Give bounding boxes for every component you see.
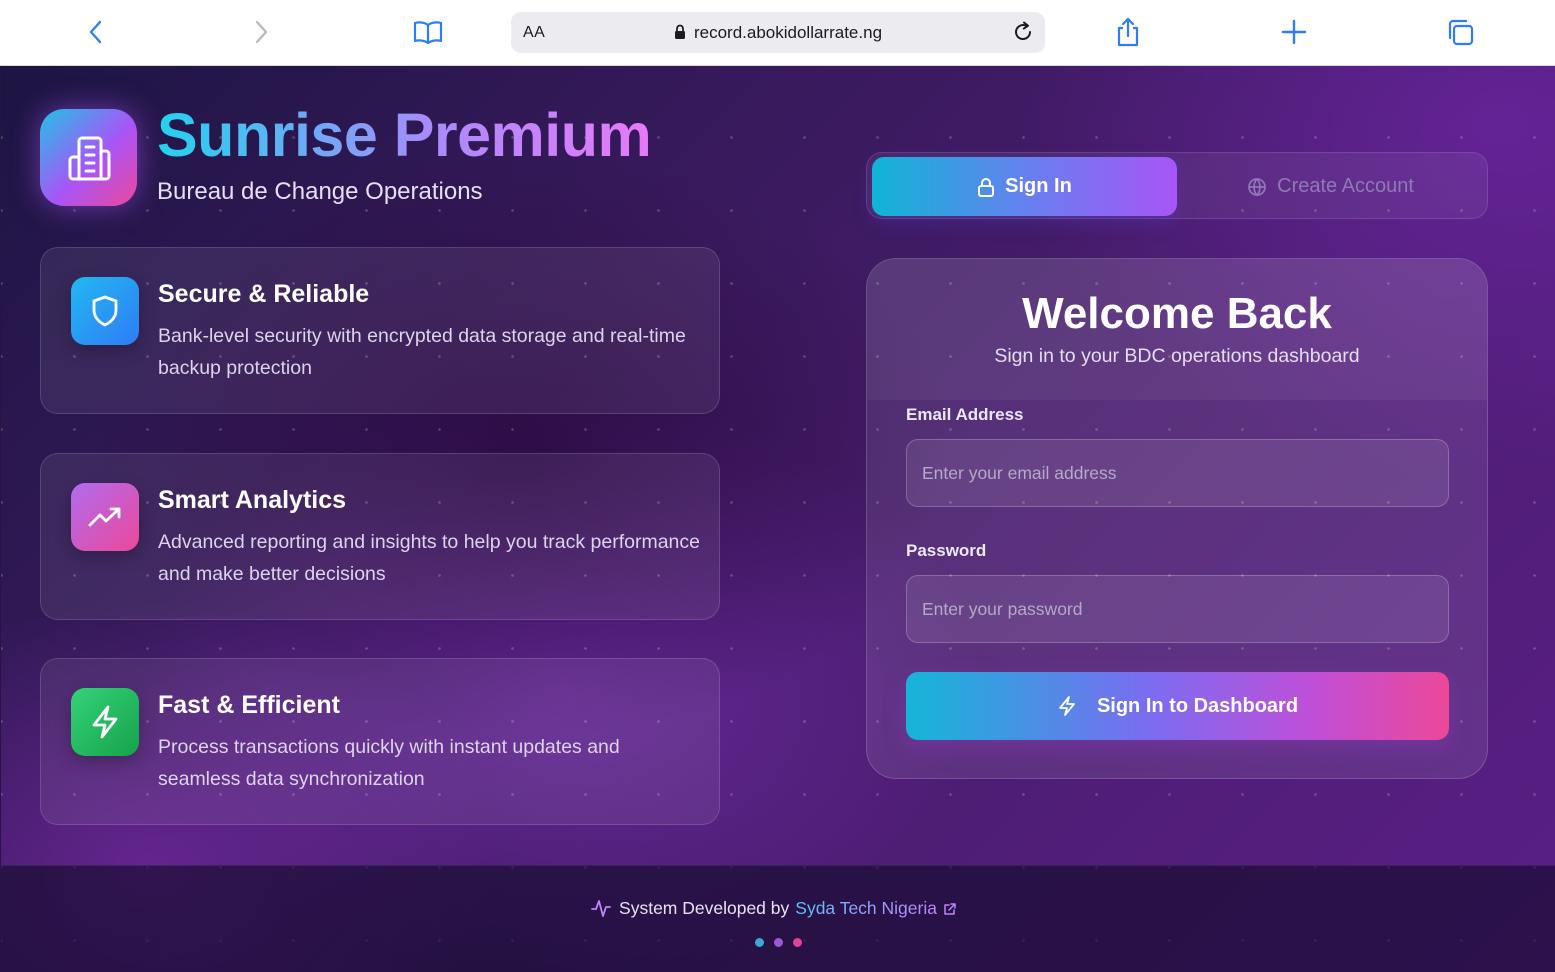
developer-credit: System Developed by Syda Tech Nigeria: [1, 898, 1555, 919]
tab-label: Create Account: [1277, 175, 1414, 197]
auth-tabs: Sign In Create Account: [866, 152, 1488, 219]
brand-logo: [40, 109, 137, 206]
credit-prefix: System Developed by: [619, 898, 790, 918]
indicator-dot: [773, 938, 783, 947]
activity-icon: [591, 900, 611, 917]
tab-create-account[interactable]: Create Account: [1178, 157, 1483, 216]
login-subtitle: Sign in to your BDC operations dashboard: [994, 345, 1360, 367]
feature-icon-box: [71, 277, 139, 345]
feature-title: Fast & Efficient: [158, 691, 340, 719]
plus-icon: [1281, 19, 1307, 45]
tabs-icon: [1448, 19, 1474, 46]
indicator-dot: [754, 938, 764, 947]
feature-icon-box: [71, 688, 139, 756]
feature-icon-box: [71, 483, 139, 551]
back-button[interactable]: [78, 14, 114, 50]
reload-icon[interactable]: [1011, 20, 1035, 44]
login-header: Welcome Back Sign in to your BDC operati…: [867, 259, 1487, 400]
shield-icon: [92, 295, 118, 327]
indicator-dot: [792, 938, 802, 947]
feature-description: Process transactions quickly with instan…: [158, 736, 620, 790]
lightning-icon: [92, 705, 118, 739]
lock-icon: [674, 24, 685, 39]
developer-link[interactable]: Syda Tech Nigeria: [795, 898, 937, 918]
chevron-right-icon: [255, 20, 268, 44]
tabs-overview-button[interactable]: [1442, 14, 1478, 50]
feature-description: Bank-level security with encrypted data …: [158, 325, 686, 379]
address-bar[interactable]: AA record.abokidollarrate.ng: [511, 12, 1045, 53]
brand-subtitle: Bureau de Change Operations: [157, 178, 483, 205]
feature-description: Advanced reporting and insights to help …: [158, 531, 700, 585]
share-icon: [1117, 17, 1139, 47]
brand-title: Sunrise Premium: [157, 101, 652, 169]
share-button[interactable]: [1110, 14, 1146, 50]
book-icon: [413, 21, 443, 45]
bookmarks-button[interactable]: [410, 14, 446, 50]
url-display[interactable]: record.abokidollarrate.ng: [511, 23, 1045, 43]
page-indicator: [1, 934, 1555, 952]
feature-card-analytics: Smart Analytics Advanced reporting and i…: [40, 453, 720, 620]
new-tab-button[interactable]: [1276, 14, 1312, 50]
login-panel: Welcome Back Sign in to your BDC operati…: [866, 258, 1488, 779]
password-label: Password: [906, 541, 987, 560]
tab-sign-in[interactable]: Sign In: [872, 157, 1177, 216]
feature-title: Secure & Reliable: [158, 280, 370, 308]
url-text: record.abokidollarrate.ng: [693, 23, 883, 42]
email-label: Email Address: [906, 405, 1024, 424]
password-field[interactable]: [906, 575, 1449, 643]
feature-card-secure: Secure & Reliable Bank-level security wi…: [40, 247, 720, 414]
external-link-icon[interactable]: [943, 902, 957, 916]
login-page: Sunrise Premium Bureau de Change Operati…: [1, 66, 1555, 972]
building-icon: [68, 136, 110, 180]
lightning-icon: [1059, 696, 1075, 716]
tab-label: Sign In: [1005, 175, 1072, 197]
feature-title: Smart Analytics: [158, 486, 347, 514]
email-field[interactable]: [906, 439, 1449, 507]
forward-button[interactable]: [243, 14, 279, 50]
browser-toolbar: AA record.abokidollarrate.ng: [0, 0, 1555, 66]
globe-icon: [1248, 177, 1266, 196]
login-title: Welcome Back: [1022, 289, 1332, 338]
footer: System Developed by Syda Tech Nigeria: [1, 865, 1555, 972]
submit-label: Sign In to Dashboard: [1096, 694, 1299, 717]
sign-in-dashboard-button[interactable]: Sign In to Dashboard: [906, 672, 1449, 740]
lock-icon: [978, 177, 995, 197]
feature-card-fast: Fast & Efficient Process transactions qu…: [40, 658, 720, 825]
chevron-left-icon: [89, 20, 102, 44]
trending-up-icon: [88, 507, 121, 527]
